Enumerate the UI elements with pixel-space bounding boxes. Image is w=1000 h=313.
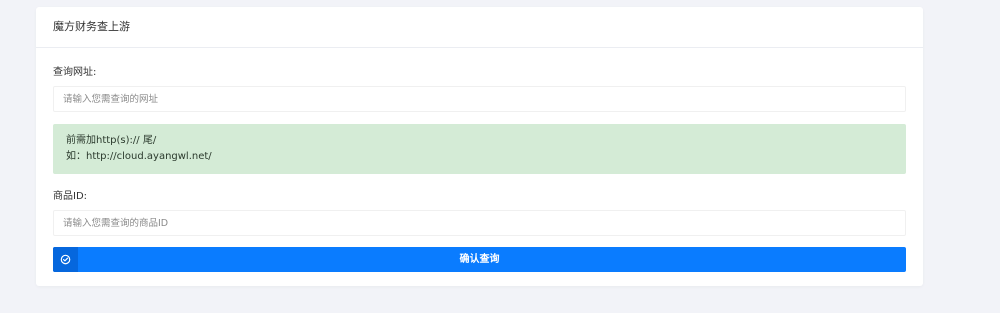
tip-line-example: 如：http://cloud.ayangwl.net/: [66, 151, 212, 162]
product-id-label: 商品ID:: [53, 191, 88, 202]
confirm-query-label: 确认查询: [459, 254, 500, 265]
url-input[interactable]: [53, 86, 906, 112]
url-label: 查询网址:: [53, 67, 97, 78]
check-circle-icon: [53, 247, 78, 272]
confirm-query-button[interactable]: 确认查询: [53, 247, 906, 272]
card-title: 魔方财务查上游: [36, 7, 923, 48]
query-form: 查询网址: 前需加http(s):// 尾/ 如：http://cloud.ay…: [53, 48, 906, 272]
url-format-tip: 前需加http(s):// 尾/ 如：http://cloud.ayangwl.…: [53, 124, 906, 174]
query-card: 魔方财务查上游 查询网址: 前需加http(s):// 尾/ 如：http://…: [36, 7, 923, 286]
product-id-input[interactable]: [53, 210, 906, 236]
tip-line-prefix: 前需加http(s):// 尾/: [66, 135, 157, 146]
